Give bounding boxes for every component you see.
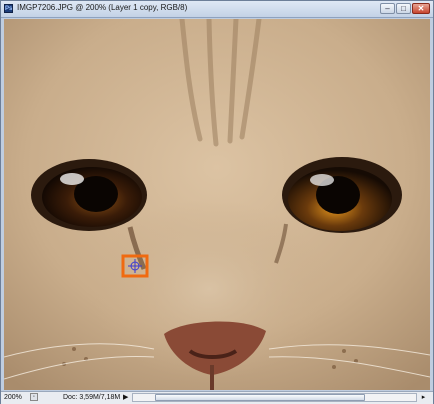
crosshair-icon: [128, 259, 142, 273]
selection-marker[interactable]: [121, 254, 149, 278]
document-window: Ps IMGP7206.JPG @ 200% (Layer 1 copy, RG…: [0, 0, 434, 404]
cat-face-photo: [4, 19, 430, 390]
scrollbar-thumb[interactable]: [155, 394, 365, 401]
scroll-right-icon[interactable]: ▸: [419, 393, 428, 402]
maximize-button[interactable]: □: [396, 3, 411, 14]
window-controls: – □ ✕: [380, 3, 430, 15]
document-size-info: Doc: 3,59M/7,18M: [63, 394, 121, 401]
title-bar[interactable]: Ps IMGP7206.JPG @ 200% (Layer 1 copy, RG…: [1, 1, 433, 18]
zoom-level-field[interactable]: 200%: [4, 393, 26, 402]
image-canvas[interactable]: [4, 19, 430, 390]
photoshop-app-icon: Ps: [4, 4, 13, 13]
close-button[interactable]: ✕: [412, 3, 430, 14]
horizontal-scrollbar[interactable]: [132, 393, 417, 402]
status-menu-arrow-icon[interactable]: ▶: [123, 393, 130, 402]
left-eye: [31, 159, 147, 231]
minimize-button[interactable]: –: [380, 3, 395, 14]
document-title: IMGP7206.JPG @ 200% (Layer 1 copy, RGB/8…: [17, 3, 188, 12]
status-bar: 200% ◦ Doc: 3,59M/7,18M ▶ ▸: [1, 391, 433, 404]
right-eye: [282, 157, 402, 233]
status-options-icon[interactable]: ◦: [30, 393, 38, 401]
